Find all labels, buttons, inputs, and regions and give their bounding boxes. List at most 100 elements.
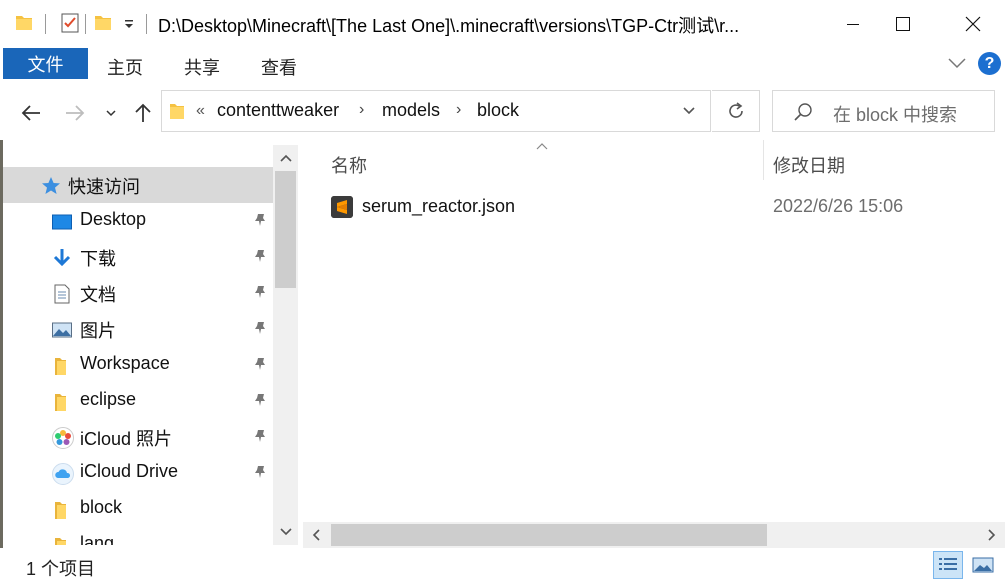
pin-icon[interactable] (253, 285, 267, 299)
tab-home[interactable]: 主页 (107, 54, 143, 80)
divider (85, 14, 86, 34)
details-view-button[interactable] (933, 551, 963, 579)
icloud-photos-icon (52, 427, 74, 449)
download-icon (53, 249, 71, 267)
maximize-icon (896, 17, 910, 31)
navigation-pane-scrollbar[interactable] (273, 145, 298, 545)
folder-icon (55, 394, 66, 411)
folder-icon (170, 104, 184, 119)
search-input[interactable]: 在 block 中搜索 (833, 101, 957, 127)
tab-share[interactable]: 共享 (184, 54, 220, 80)
desktop-icon (52, 214, 72, 230)
file-list-scrollbar[interactable] (303, 522, 1005, 548)
pin-icon[interactable] (253, 213, 267, 227)
nav-item-lang[interactable]: lang (3, 527, 273, 545)
new-folder-icon[interactable] (94, 14, 112, 32)
scrollbar-thumb[interactable] (275, 171, 296, 288)
folder-icon (55, 538, 66, 545)
chevron-up-icon (279, 154, 292, 162)
tab-view[interactable]: 查看 (261, 54, 297, 80)
pin-icon[interactable] (253, 465, 267, 479)
document-icon (54, 284, 70, 304)
help-button[interactable]: ? (978, 52, 1001, 75)
pin-icon[interactable] (253, 357, 267, 371)
nav-label: 文档 (80, 285, 116, 305)
scroll-left-button[interactable] (303, 522, 329, 548)
nav-item-icloud-drive[interactable]: iCloud Drive (3, 455, 273, 491)
maximize-button[interactable] (880, 0, 926, 48)
nav-label: eclipse (80, 389, 137, 409)
title-bar: D:\Desktop\Minecraft\[The Last One]\.min… (0, 0, 1005, 48)
expand-ribbon-icon[interactable] (947, 56, 967, 70)
folder-icon (55, 502, 66, 519)
nav-item-documents[interactable]: 文档 (3, 275, 273, 311)
column-divider[interactable] (763, 140, 764, 180)
pictures-icon (52, 322, 72, 338)
back-icon[interactable] (20, 102, 42, 124)
nav-item-eclipse[interactable]: eclipse (3, 383, 273, 419)
file-modified-date: 2022/6/26 15:06 (773, 196, 904, 216)
divider (146, 14, 147, 34)
nav-item-workspace[interactable]: Workspace (3, 347, 273, 383)
scroll-right-button[interactable] (979, 522, 1005, 548)
file-row[interactable]: serum_reactor.json 2022/6/26 15:06 (327, 192, 987, 224)
tab-file[interactable]: 文件 (3, 48, 88, 79)
sublime-text-icon (331, 196, 353, 218)
address-bar[interactable]: « contenttweaker › models › block (161, 90, 711, 132)
large-icons-view-icon (972, 557, 994, 573)
breadcrumb-models[interactable]: models (382, 100, 440, 121)
scroll-up-button[interactable] (273, 145, 298, 171)
column-header-name[interactable]: 名称 (331, 152, 367, 178)
nav-label: iCloud Drive (80, 461, 179, 481)
divider (45, 14, 46, 34)
details-view-icon (939, 558, 957, 570)
nav-item-icloud-photos[interactable]: iCloud 照片 (3, 419, 273, 455)
refresh-icon (728, 102, 743, 118)
nav-label: 快速访问 (68, 177, 140, 197)
close-button[interactable] (950, 0, 996, 48)
file-name: serum_reactor.json (362, 196, 516, 216)
nav-item-pictures[interactable]: 图片 (3, 311, 273, 347)
nav-label: Desktop (80, 209, 147, 229)
pin-icon[interactable] (253, 321, 267, 335)
column-header-date[interactable]: 修改日期 (773, 152, 845, 178)
folder-icon[interactable] (15, 14, 33, 32)
minimize-button[interactable] (830, 0, 876, 48)
large-icons-view-button[interactable] (968, 551, 998, 579)
recent-locations-icon[interactable] (104, 102, 118, 124)
item-count: 1 个项目 (26, 559, 96, 579)
pin-icon[interactable] (253, 429, 267, 443)
scrollbar-thumb[interactable] (331, 524, 767, 546)
nav-item-downloads[interactable]: 下载 (3, 239, 273, 275)
breadcrumb-separator[interactable]: › (456, 101, 461, 119)
search-box[interactable]: 在 block 中搜索 (772, 90, 995, 132)
nav-label: lang (80, 533, 115, 545)
chevron-right-icon (988, 529, 996, 541)
icloud-drive-icon (52, 463, 74, 485)
breadcrumb-separator[interactable]: › (359, 101, 364, 119)
pin-icon[interactable] (253, 393, 267, 407)
properties-icon[interactable] (61, 13, 79, 33)
navigation-pane: 快速访问 Desktop 下载 文档 图片 Workspace eclipse … (3, 145, 273, 545)
nav-item-desktop[interactable]: Desktop (3, 203, 273, 239)
close-icon (965, 16, 981, 32)
chevron-left-icon (312, 529, 320, 541)
forward-icon[interactable] (64, 102, 86, 124)
search-icon (794, 103, 812, 121)
chevron-down-icon (279, 528, 292, 536)
scroll-down-button[interactable] (273, 519, 298, 545)
breadcrumb-overflow[interactable]: « (196, 102, 205, 120)
nav-label: Workspace (80, 353, 170, 373)
nav-item-quick-access[interactable]: 快速访问 (3, 167, 273, 203)
pin-icon[interactable] (253, 249, 267, 263)
up-icon[interactable] (132, 102, 154, 124)
nav-item-block[interactable]: block (3, 491, 273, 527)
breadcrumb-block[interactable]: block (477, 100, 519, 121)
ribbon-tabs: 文件 主页 共享 查看 ? (0, 48, 1005, 82)
breadcrumb-contenttweaker[interactable]: contenttweaker (217, 100, 339, 121)
chevron-down-icon[interactable] (682, 105, 696, 117)
refresh-button[interactable] (712, 90, 760, 132)
customize-toolbar-icon[interactable] (124, 19, 134, 29)
status-bar: 1 个项目 (0, 548, 1005, 583)
navigation-bar: « contenttweaker › models › block 在 bloc… (0, 82, 1005, 140)
